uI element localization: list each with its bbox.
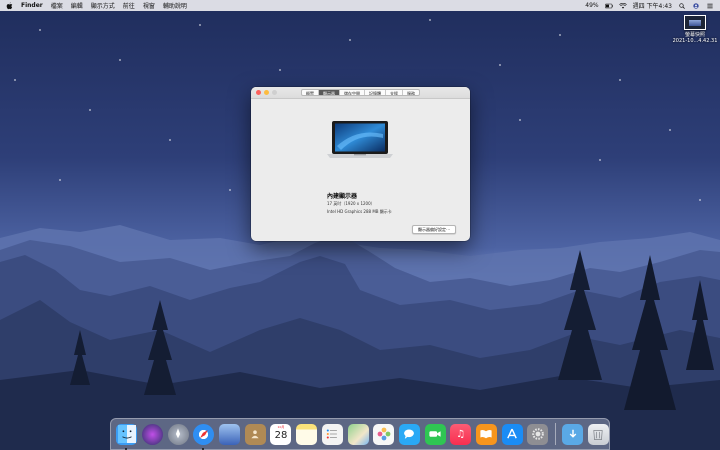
safari-running-indicator bbox=[202, 447, 205, 450]
tab-support[interactable]: 支援 bbox=[386, 90, 403, 95]
control-center-icon[interactable] bbox=[706, 3, 714, 9]
dock-facetime-icon[interactable] bbox=[424, 423, 446, 445]
dock-notes-icon[interactable] bbox=[296, 423, 318, 445]
menu-view[interactable]: 顯示方式 bbox=[91, 1, 115, 10]
dock-calendar-icon[interactable]: 10月 28 bbox=[270, 423, 292, 445]
macbook-display-icon bbox=[327, 121, 393, 158]
calendar-day: 28 bbox=[274, 430, 288, 441]
dock-contacts-icon[interactable] bbox=[244, 423, 266, 445]
download-arrow-icon bbox=[569, 429, 576, 438]
window-content: 內建顯示器 17 英吋（1920 x 1200） Intel HD Graphi… bbox=[251, 99, 470, 241]
minimize-button[interactable] bbox=[264, 90, 269, 95]
dock-siri-icon[interactable] bbox=[142, 423, 164, 445]
music-note-icon: ♫ bbox=[456, 428, 466, 440]
close-button[interactable] bbox=[256, 90, 261, 95]
finder-face-icon bbox=[117, 425, 136, 443]
gear-icon bbox=[532, 428, 544, 440]
battery-icon[interactable] bbox=[604, 3, 613, 9]
display-title: 內建顯示器 bbox=[327, 193, 358, 200]
battery-percent[interactable]: 49% bbox=[585, 2, 598, 9]
display-graphics: Intel HD Graphics 288 MB 顯示卡 bbox=[327, 209, 392, 214]
wifi-icon[interactable] bbox=[618, 2, 627, 9]
tab-memory[interactable]: 記憶體 bbox=[365, 90, 386, 95]
menu-bar: Finder 檔案 編輯 顯示方式 前往 視窗 輔助說明 49% 週四 下午4:… bbox=[0, 0, 720, 11]
tab-service[interactable]: 服務 bbox=[403, 90, 419, 95]
apple-icon[interactable] bbox=[6, 1, 13, 10]
open-book-icon bbox=[480, 429, 493, 439]
menu-file[interactable]: 檔案 bbox=[51, 1, 63, 10]
menu-edit[interactable]: 編輯 bbox=[71, 1, 83, 10]
dock-photos-icon[interactable] bbox=[373, 423, 395, 445]
app-store-a-icon bbox=[507, 428, 517, 439]
screenshot-thumbnail bbox=[684, 15, 706, 30]
window-controls bbox=[256, 90, 277, 95]
finder-running-indicator bbox=[125, 447, 128, 450]
contacts-book-icon bbox=[251, 430, 259, 439]
desktop-file-name: 螢幕快照 2021-10...4.42.31 bbox=[673, 32, 718, 44]
menu-clock[interactable]: 週四 下午4:43 bbox=[633, 1, 672, 10]
menu-app-name[interactable]: Finder bbox=[21, 2, 43, 9]
dock-preview-icon[interactable] bbox=[219, 423, 241, 445]
tab-storage[interactable]: 儲存空間 bbox=[340, 90, 365, 95]
photos-flower-icon bbox=[377, 427, 391, 441]
dock-launchpad-icon[interactable] bbox=[167, 423, 189, 445]
dock-maps-icon[interactable] bbox=[347, 423, 369, 445]
compass-icon bbox=[199, 430, 208, 438]
window-titlebar[interactable]: 概覽 顯示器 儲存空間 記憶體 支援 服務 bbox=[251, 87, 470, 99]
dock-music-icon[interactable]: ♫ bbox=[450, 423, 472, 445]
menu-window[interactable]: 視窗 bbox=[143, 1, 155, 10]
dock-app-store-icon[interactable] bbox=[501, 423, 523, 445]
user-icon[interactable] bbox=[692, 2, 700, 9]
dock-finder-icon[interactable] bbox=[116, 423, 138, 450]
tab-displays[interactable]: 顯示器 bbox=[319, 90, 340, 95]
video-camera-icon bbox=[429, 431, 441, 437]
trash-can-icon bbox=[593, 430, 603, 440]
dock: 10月 28 ♫ bbox=[110, 418, 610, 450]
menu-help[interactable]: 輔助說明 bbox=[163, 1, 187, 10]
about-this-mac-window: 概覽 顯示器 儲存空間 記憶體 支援 服務 內建顯示器 17 英吋（1920 x bbox=[251, 87, 470, 241]
dock-books-icon[interactable] bbox=[475, 423, 497, 445]
desktop-file-name-line2: 2021-10...4.42.31 bbox=[672, 38, 718, 44]
dock-reminders-icon[interactable] bbox=[321, 423, 343, 445]
zoom-button[interactable] bbox=[272, 90, 277, 95]
dock-messages-icon[interactable] bbox=[398, 423, 420, 445]
dock-safari-icon[interactable] bbox=[193, 423, 215, 450]
calendar-month: 10月 bbox=[277, 424, 285, 429]
display-preferences-button[interactable]: 顯示器偏好設定⋯ bbox=[412, 225, 456, 234]
search-icon[interactable] bbox=[678, 2, 686, 9]
desktop-screenshot-file[interactable]: 螢幕快照 2021-10...4.42.31 bbox=[672, 15, 718, 55]
dock-downloads-folder-icon[interactable] bbox=[562, 423, 584, 445]
dock-separator bbox=[554, 423, 556, 445]
dock-system-preferences-icon[interactable] bbox=[527, 423, 549, 445]
menu-go[interactable]: 前往 bbox=[123, 1, 135, 10]
list-icon bbox=[327, 429, 338, 439]
chat-bubble-icon bbox=[404, 429, 415, 439]
rocket-icon bbox=[176, 428, 181, 439]
display-resolution: 17 英吋（1920 x 1200） bbox=[327, 201, 375, 206]
tab-overview[interactable]: 概覽 bbox=[302, 90, 319, 95]
tab-bar: 概覽 顯示器 儲存空間 記憶體 支援 服務 bbox=[301, 89, 420, 96]
dock-trash-icon[interactable] bbox=[587, 423, 609, 445]
